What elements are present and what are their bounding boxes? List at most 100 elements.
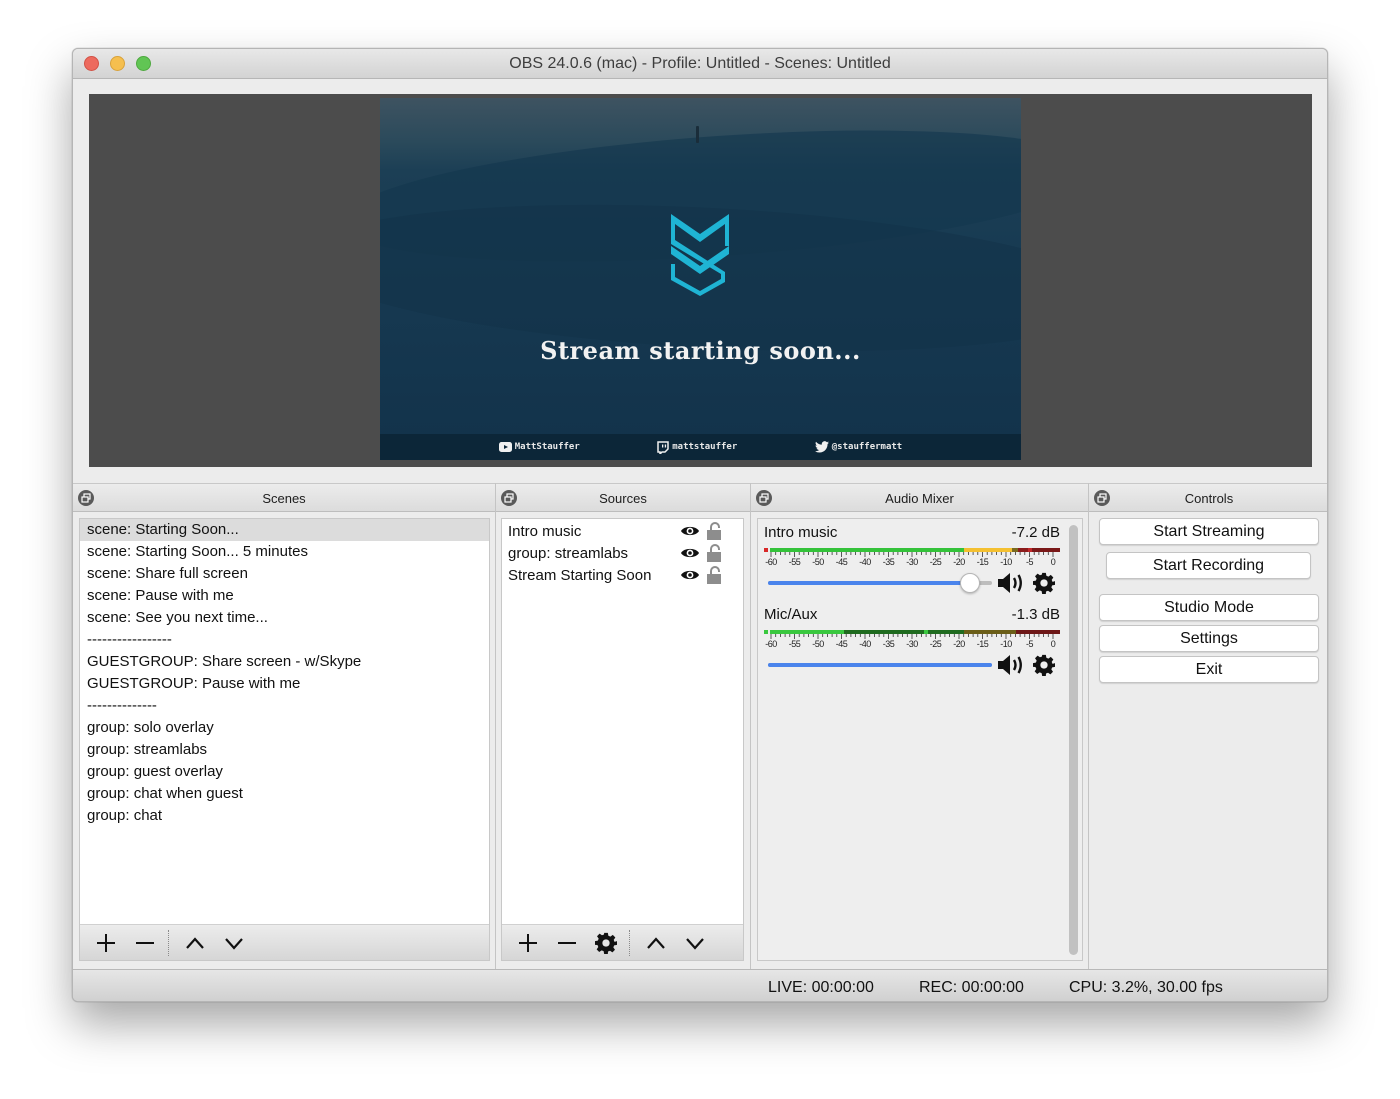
remove-icon — [557, 941, 576, 944]
volume-slider[interactable] — [768, 655, 993, 675]
scenes-toolbar — [80, 924, 489, 960]
scene-item[interactable]: group: chat when guest — [80, 783, 489, 805]
source-row[interactable]: Intro music — [502, 520, 743, 542]
meter-scale-label: -25 — [929, 639, 942, 649]
float-window-icon — [81, 493, 91, 503]
scene-item[interactable]: GUESTGROUP: Share screen - w/Skype — [80, 651, 489, 673]
scene-item[interactable]: scene: Share full screen — [80, 563, 489, 585]
move-down-icon — [685, 937, 704, 950]
fader-row — [764, 570, 1060, 596]
visibility-toggle[interactable] — [678, 543, 702, 563]
studio-mode-button[interactable]: Studio Mode — [1099, 594, 1319, 621]
mixer-panel: Intro music -7.2 dB -60 -55 -50 -45 -40 -35 -30-… — [757, 518, 1083, 961]
meter-scale-label: -45 — [835, 639, 848, 649]
mute-button[interactable] — [996, 570, 1028, 596]
meter-segment — [764, 630, 768, 634]
scene-item[interactable]: ----------------- — [80, 629, 489, 651]
channel-name: Intro music — [764, 524, 838, 541]
undock-button[interactable] — [1094, 490, 1110, 506]
scenes-list[interactable]: scene: Starting Soon... scene: Starting S… — [79, 518, 490, 961]
undock-button[interactable] — [501, 490, 517, 506]
remove-source-button[interactable] — [547, 928, 586, 958]
brand-logo-icon — [671, 214, 729, 296]
float-window-icon — [1097, 493, 1107, 503]
channel-settings-button[interactable] — [1028, 652, 1060, 678]
eye-icon — [681, 526, 699, 536]
scene-item[interactable]: group: streamlabs — [80, 739, 489, 761]
settings-button[interactable]: Settings — [1099, 625, 1319, 652]
channel-settings-button[interactable] — [1028, 570, 1060, 596]
sources-toolbar — [502, 924, 743, 960]
meter-scale-label: -20 — [953, 557, 965, 567]
scene-item[interactable]: group: chat — [80, 805, 489, 827]
toolbar-separator — [168, 929, 169, 956]
meter-scale-label: -10 — [1000, 639, 1012, 649]
scene-item[interactable]: group: solo overlay — [80, 717, 489, 739]
audio-mixer-dock-header: Audio Mixer — [751, 483, 1088, 512]
mixer-channel: Mic/Aux -1.3 dB -60 -55 -50 -45 -40 -35 -30 -25 -2… — [764, 606, 1060, 678]
audio-mixer-dock: Audio Mixer Intro music -7.2 dB -60 -55 -50-… — [751, 483, 1088, 969]
sources-dock: Sources Intro music group: streamlabs St… — [496, 483, 750, 969]
source-row[interactable]: Stream Starting Soon — [502, 564, 743, 586]
sources-list[interactable]: Intro music group: streamlabs Stream Sta… — [501, 518, 744, 961]
add-scene-button[interactable] — [86, 928, 125, 958]
audio-mixer-title: Audio Mixer — [885, 491, 954, 506]
move-scene-up-button[interactable] — [175, 928, 214, 958]
scene-item[interactable]: scene: See you next time... — [80, 607, 489, 629]
move-source-down-button[interactable] — [675, 928, 714, 958]
add-source-button[interactable] — [508, 928, 547, 958]
sources-title: Sources — [599, 491, 647, 506]
float-window-icon — [504, 493, 514, 503]
source-row[interactable]: group: streamlabs — [502, 542, 743, 564]
meter-scale-label: -15 — [976, 639, 989, 649]
speaker-icon — [998, 655, 1023, 675]
source-properties-button[interactable] — [586, 928, 625, 958]
scene-item[interactable]: GUESTGROUP: Pause with me — [80, 673, 489, 695]
channel-level: -7.2 dB — [1011, 524, 1060, 541]
unlocked-padlock-icon — [707, 566, 721, 584]
start-recording-button[interactable]: Start Recording — [1106, 552, 1311, 579]
mixer-scrollbar[interactable] — [1069, 525, 1078, 955]
move-scene-down-button[interactable] — [214, 928, 253, 958]
unlocked-padlock-icon — [707, 544, 721, 562]
undock-button[interactable] — [756, 490, 772, 506]
meter-scale-label: -35 — [882, 557, 895, 567]
remove-icon — [135, 941, 154, 944]
visibility-toggle[interactable] — [678, 565, 702, 585]
meter-scale: -60 -55 -50 -45 -40 -35 -30 -25 -20 -15 -10 -5 0 — [764, 557, 1060, 567]
move-source-up-button[interactable] — [636, 928, 675, 958]
meter-scale-label: -35 — [882, 639, 895, 649]
scene-item[interactable]: scene: Starting Soon... 5 minutes — [80, 541, 489, 563]
meter-scale-label: -60 — [765, 557, 777, 567]
scene-item[interactable]: scene: Pause with me — [80, 585, 489, 607]
start-streaming-button[interactable]: Start Streaming — [1099, 518, 1319, 545]
meter-scale-label: -20 — [953, 639, 965, 649]
lock-toggle[interactable] — [702, 543, 726, 563]
preview-area[interactable]: Stream starting soon... MattStauffer mat… — [89, 94, 1312, 467]
twitter-icon — [814, 441, 829, 453]
remove-scene-button[interactable] — [125, 928, 164, 958]
channel-name: Mic/Aux — [764, 606, 818, 623]
scene-item[interactable]: -------------- — [80, 695, 489, 717]
stream-headline: Stream starting soon... — [540, 336, 861, 365]
exit-button[interactable]: Exit — [1099, 656, 1319, 683]
meter-scale-label: -30 — [906, 557, 918, 567]
add-icon — [96, 933, 115, 952]
channel-header: Mic/Aux -1.3 dB — [764, 606, 1060, 626]
mute-button[interactable] — [996, 652, 1028, 678]
lock-toggle[interactable] — [702, 521, 726, 541]
meter-scale-label: -40 — [859, 557, 871, 567]
source-name: Intro music — [508, 522, 582, 540]
scene-item-selected[interactable]: scene: Starting Soon... — [80, 519, 489, 541]
person-silhouette — [696, 126, 699, 143]
visibility-toggle[interactable] — [678, 521, 702, 541]
program-preview[interactable]: Stream starting soon... MattStauffer mat… — [380, 98, 1021, 460]
volume-slider[interactable] — [768, 573, 993, 593]
move-up-icon — [185, 936, 204, 949]
gear-icon — [1033, 572, 1056, 594]
lock-toggle[interactable] — [702, 565, 726, 585]
meter-scale-label: -55 — [788, 639, 801, 649]
scene-item[interactable]: group: guest overlay — [80, 761, 489, 783]
slider-knob[interactable] — [959, 573, 980, 593]
undock-button[interactable] — [78, 490, 94, 506]
